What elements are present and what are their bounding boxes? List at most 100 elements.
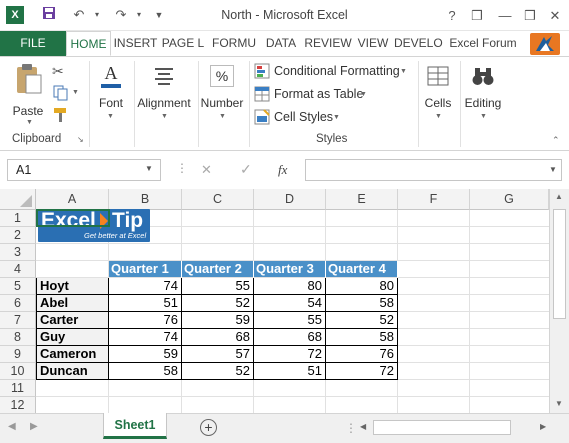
column-header-f[interactable]: F xyxy=(398,189,470,210)
formula-input[interactable] xyxy=(305,159,562,181)
row-header[interactable]: 6 xyxy=(0,295,36,312)
name-box[interactable]: A1 xyxy=(7,159,161,181)
row-header[interactable]: 5 xyxy=(0,278,36,295)
font-button[interactable]: A Font ▼ xyxy=(93,61,129,131)
scroll-thumb[interactable] xyxy=(553,209,566,319)
select-all-corner[interactable] xyxy=(0,189,36,210)
clipboard-dialog-launcher-icon[interactable]: ↘ xyxy=(77,135,84,144)
value-cell[interactable]: 59 xyxy=(109,346,182,363)
row-header[interactable]: 9 xyxy=(0,346,36,363)
value-cell[interactable]: 58 xyxy=(326,329,398,346)
name-cell[interactable]: Cameron xyxy=(36,346,109,363)
value-cell[interactable]: 74 xyxy=(109,329,182,346)
value-cell[interactable]: 52 xyxy=(182,295,254,312)
column-header-b[interactable]: B xyxy=(109,189,182,210)
minimize-button[interactable]: — xyxy=(493,0,517,31)
user-avatar[interactable] xyxy=(530,33,560,55)
value-cell[interactable]: 54 xyxy=(254,295,326,312)
cell-styles-button[interactable]: Cell Styles ▼ xyxy=(254,107,354,127)
help-button[interactable]: ? xyxy=(440,0,464,31)
expand-formula-bar-icon[interactable]: ▼ xyxy=(549,165,557,174)
value-cell[interactable]: 80 xyxy=(326,278,398,295)
row-header[interactable]: 7 xyxy=(0,312,36,329)
column-header-cell[interactable]: Quarter 1 xyxy=(109,261,182,278)
sheet-tab-sheet1[interactable]: Sheet1 xyxy=(103,413,167,439)
value-cell[interactable]: 72 xyxy=(254,346,326,363)
number-button[interactable]: % Number ▼ xyxy=(199,61,245,131)
copy-icon[interactable] xyxy=(52,85,70,101)
value-cell[interactable]: 57 xyxy=(182,346,254,363)
value-cell[interactable]: 74 xyxy=(109,278,182,295)
scroll-down-icon[interactable]: ▼ xyxy=(555,399,563,408)
column-header-a[interactable]: A xyxy=(36,189,109,210)
value-cell[interactable]: 58 xyxy=(109,363,182,380)
row-header[interactable]: 10 xyxy=(0,363,36,380)
tab-file[interactable]: FILE xyxy=(0,31,66,56)
tab-page-layout[interactable]: PAGE L xyxy=(160,31,206,56)
value-cell[interactable]: 68 xyxy=(254,329,326,346)
value-cell[interactable]: 51 xyxy=(109,295,182,312)
tab-data[interactable]: DATA xyxy=(263,31,299,56)
format-painter-icon[interactable] xyxy=(52,107,70,123)
cells-button[interactable]: Cells ▼ xyxy=(419,61,457,131)
value-cell[interactable]: 58 xyxy=(326,295,398,312)
add-sheet-button[interactable]: + xyxy=(200,419,217,436)
scroll-right-icon[interactable]: ▶ xyxy=(540,422,546,431)
column-header-c[interactable]: C xyxy=(182,189,254,210)
tab-formulas[interactable]: FORMU xyxy=(210,31,258,56)
row-header[interactable]: 8 xyxy=(0,329,36,346)
tab-review[interactable]: REVIEW xyxy=(303,31,353,56)
next-sheet-icon[interactable]: ▶ xyxy=(30,421,38,432)
value-cell[interactable]: 55 xyxy=(254,312,326,329)
name-cell[interactable]: Guy xyxy=(36,329,109,346)
column-header-cell[interactable]: Quarter 3 xyxy=(254,261,326,278)
row-header[interactable]: 4 xyxy=(0,261,36,278)
cut-icon[interactable]: ✂ xyxy=(52,63,70,79)
row-header[interactable]: 3 xyxy=(0,244,36,261)
value-cell[interactable]: 52 xyxy=(326,312,398,329)
scroll-up-icon[interactable]: ▲ xyxy=(555,192,563,201)
name-cell[interactable]: Hoyt xyxy=(36,278,109,295)
row-header[interactable]: 12 xyxy=(0,397,36,414)
vertical-scrollbar[interactable]: ▲ ▼ xyxy=(549,189,569,413)
tab-insert[interactable]: INSERT xyxy=(112,31,159,56)
row-header[interactable]: 11 xyxy=(0,380,36,397)
name-cell[interactable]: Abel xyxy=(36,295,109,312)
insert-function-button[interactable]: fx xyxy=(278,162,287,178)
copy-dropdown-icon[interactable]: ▼ xyxy=(72,89,79,96)
prev-sheet-icon[interactable]: ◀ xyxy=(8,421,16,432)
column-header-cell[interactable]: Quarter 2 xyxy=(182,261,254,278)
conditional-formatting-button[interactable]: Conditional Formatting ▼ xyxy=(254,61,414,81)
value-cell[interactable]: 52 xyxy=(182,363,254,380)
cancel-entry-button[interactable]: ✕ xyxy=(201,162,212,178)
value-cell[interactable]: 80 xyxy=(254,278,326,295)
tab-excel-forum[interactable]: Excel Forum xyxy=(447,31,519,56)
row-header[interactable]: 1 xyxy=(0,210,36,227)
ribbon-display-button[interactable]: ❒ xyxy=(465,0,489,31)
worksheet-grid[interactable]: A B C D E F G 1 2 3 4 5 6 7 8 9 10 11 12… xyxy=(0,189,549,414)
value-cell[interactable]: 72 xyxy=(326,363,398,380)
alignment-button[interactable]: Alignment ▼ xyxy=(135,61,193,131)
row-header[interactable]: 2 xyxy=(0,227,36,244)
collapse-ribbon-icon[interactable]: ⌃ xyxy=(552,135,560,146)
value-cell[interactable]: 59 xyxy=(182,312,254,329)
value-cell[interactable]: 76 xyxy=(109,312,182,329)
name-box-dropdown-icon[interactable]: ▼ xyxy=(145,164,153,173)
column-header-e[interactable]: E xyxy=(326,189,398,210)
column-header-cell[interactable]: Quarter 4 xyxy=(326,261,398,278)
restore-button[interactable]: ❒ xyxy=(518,0,542,31)
value-cell[interactable]: 76 xyxy=(326,346,398,363)
paste-button[interactable]: Paste ▼ xyxy=(10,63,48,129)
horizontal-scroll-thumb[interactable] xyxy=(373,420,511,435)
scroll-left-icon[interactable]: ◀ xyxy=(360,422,366,431)
value-cell[interactable]: 55 xyxy=(182,278,254,295)
column-header-g[interactable]: G xyxy=(470,189,549,210)
name-cell[interactable]: Carter xyxy=(36,312,109,329)
close-button[interactable]: ✕ xyxy=(543,0,567,31)
tab-developer[interactable]: DEVELO xyxy=(394,31,443,56)
tab-home[interactable]: HOME xyxy=(66,31,111,56)
editing-button[interactable]: Editing ▼ xyxy=(461,61,505,131)
column-header-d[interactable]: D xyxy=(254,189,326,210)
value-cell[interactable]: 51 xyxy=(254,363,326,380)
tab-view[interactable]: VIEW xyxy=(356,31,390,56)
